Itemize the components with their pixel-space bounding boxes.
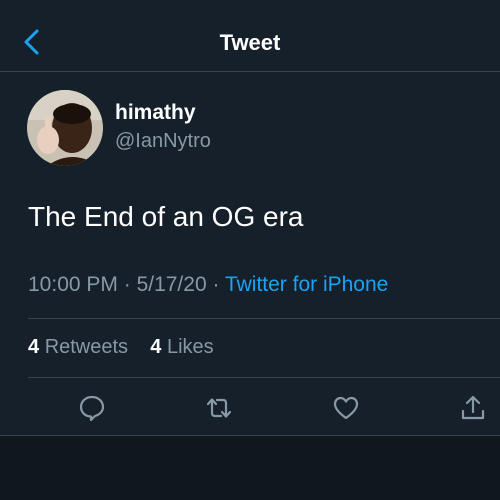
tweet-time: 10:00 PM xyxy=(28,273,118,296)
tweet-stats: 4 Retweets 4 Likes xyxy=(28,336,214,359)
tweet-actions-bar xyxy=(0,378,500,436)
likes-label: Likes xyxy=(166,336,214,358)
page-title: Tweet xyxy=(219,30,281,55)
tweet-date: 5/17/20 xyxy=(136,273,207,296)
bottom-empty-area xyxy=(0,436,500,500)
top-nav-bar: Tweet xyxy=(0,0,500,72)
retweets-stat[interactable]: 4 Retweets xyxy=(28,336,128,358)
divider xyxy=(28,318,500,319)
likes-count: 4 xyxy=(150,336,162,358)
avatar-photo xyxy=(27,90,103,166)
author-handle[interactable]: @IanNytro xyxy=(115,130,211,153)
likes-stat[interactable]: 4 Likes xyxy=(150,336,213,358)
tweet-source-link[interactable]: Twitter for iPhone xyxy=(225,273,388,296)
speech-bubble-icon[interactable] xyxy=(78,394,106,422)
tweet-text: The End of an OG era xyxy=(28,201,304,232)
retweets-label: Retweets xyxy=(44,336,129,358)
author-display-name[interactable]: himathy xyxy=(115,101,196,125)
avatar[interactable] xyxy=(27,90,103,166)
tweet-metadata: 10:00 PM · 5/17/20 · Twitter for iPhone xyxy=(28,273,388,297)
retweets-count: 4 xyxy=(28,336,40,358)
meta-separator: · xyxy=(212,273,225,296)
meta-separator: · xyxy=(123,273,137,296)
retweet-arrows-icon[interactable] xyxy=(205,394,233,422)
share-up-arrow-icon[interactable] xyxy=(459,394,487,422)
heart-icon[interactable] xyxy=(332,394,360,422)
